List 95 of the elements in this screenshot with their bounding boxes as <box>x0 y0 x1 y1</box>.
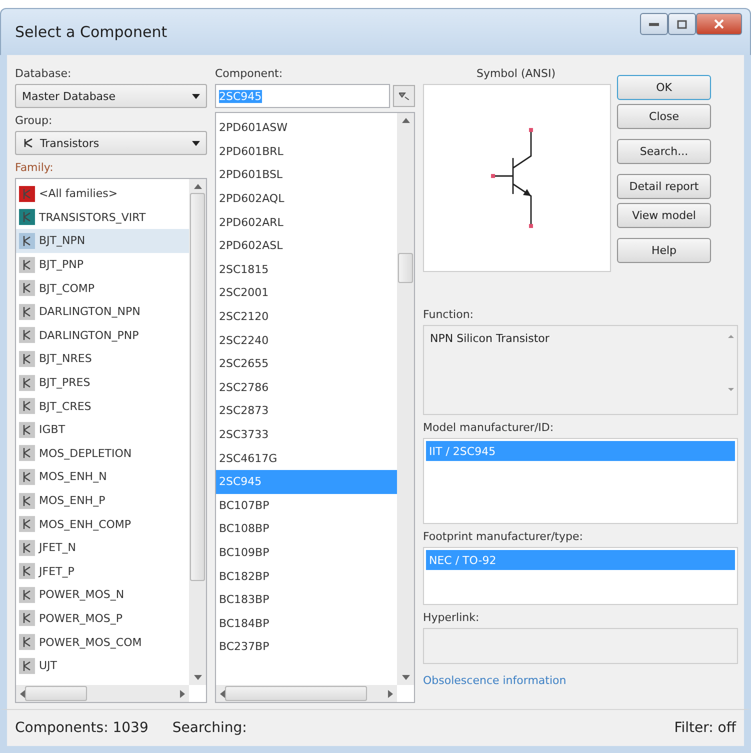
family-item[interactable]: BJT_PRES <box>16 370 189 394</box>
scroll-thumb[interactable] <box>225 686 367 701</box>
component-item[interactable]: 2SC2786 <box>216 376 397 400</box>
scroll-up-arrow-icon[interactable] <box>194 184 202 189</box>
family-list[interactable] <box>15 178 207 703</box>
component-item[interactable]: BC182BP <box>216 564 397 588</box>
family-item[interactable]: BJT_CRES <box>16 394 189 418</box>
component-item[interactable]: 2SC3733 <box>216 422 397 446</box>
minimize-button[interactable] <box>640 13 668 35</box>
component-item[interactable]: 2SC2120 <box>216 304 397 328</box>
filter-icon <box>399 92 409 100</box>
dropdown-arrow-icon <box>192 94 200 98</box>
family-item[interactable]: DARLINGTON_PNP <box>16 324 189 348</box>
dialog-button[interactable]: Search... <box>617 139 711 164</box>
family-item[interactable]: MOS_ENH_N <box>16 465 189 489</box>
component-item[interactable]: BC107BP <box>216 494 397 518</box>
function-text: NPN Silicon Transistor <box>429 331 550 347</box>
dialog-button[interactable]: Help <box>617 238 711 263</box>
component-item[interactable]: BC183BP <box>216 588 397 612</box>
scroll-left-arrow-icon[interactable] <box>20 690 25 698</box>
family-item[interactable]: POWER_MOS_COM <box>16 630 189 654</box>
minimize-icon <box>649 22 659 26</box>
maximize-icon <box>677 20 687 28</box>
family-item[interactable]: MOS_ENH_COMP <box>16 512 189 536</box>
dialog-button[interactable]: OK <box>617 75 711 100</box>
scroll-down-arrow-icon[interactable] <box>194 675 202 680</box>
component-item[interactable]: 2SC1815 <box>216 258 397 282</box>
obsolescence-link[interactable]: Obsolescence information <box>423 674 566 687</box>
scroll-right-arrow-icon[interactable] <box>388 690 393 698</box>
dropdown-arrow-icon <box>192 140 200 146</box>
family-item[interactable]: TRANSISTORS_VIRT <box>16 206 189 230</box>
family-item[interactable]: JFET_N <box>16 536 189 560</box>
group-dropdown[interactable]: Transistors <box>15 131 207 155</box>
component-item[interactable]: 2PD601BRL <box>216 140 397 164</box>
scroll-up-arrow-icon[interactable] <box>402 118 410 123</box>
close-button[interactable] <box>696 13 742 35</box>
family-item[interactable]: POWER_MOS_N <box>16 583 189 607</box>
family-item[interactable]: IGBT <box>16 418 189 442</box>
component-item[interactable]: 2SC2240 <box>216 328 397 352</box>
component-list[interactable]: 2PD601ASW 2PD601BRL 2PD601BSL 2PD602AQL 2PD602ARL 2PD602ASL 2SC1815 2SC2001 2SC2120 2SC2240 2SC2655 2SC2786 2SC2873 2SC3733 2SC4617G 2SC945 BC107BP BC108BP BC109BP BC182BP BC183BP BC184BP BC237BP <box>215 112 415 703</box>
component-item[interactable]: 2PD602ARL <box>216 210 397 234</box>
family-item[interactable]: POWER_MOS_P <box>16 606 189 630</box>
scroll-thumb[interactable] <box>25 686 87 701</box>
component-item[interactable]: 2SC2873 <box>216 399 397 423</box>
family-item[interactable]: MOS_ENH_P <box>16 488 189 512</box>
filter-status: Filter: off <box>674 720 736 736</box>
component-item[interactable]: BC184BP <box>216 611 397 636</box>
component-item[interactable]: 2PD601ASW <box>216 116 397 140</box>
scroll-right-arrow-icon[interactable] <box>180 690 185 698</box>
dialog-button[interactable]: Detail report <box>617 174 711 199</box>
database-dropdown[interactable]: Master Database <box>15 84 207 108</box>
model-label: Model manufacturer/ID: <box>423 421 555 434</box>
component-item[interactable]: BC237BP <box>216 635 397 659</box>
database-label: Database: <box>15 67 72 80</box>
family-label: Family: <box>15 161 54 174</box>
component-item[interactable]: 2SC2001 <box>216 281 397 305</box>
window-title: Select a Component <box>15 23 168 41</box>
component-item[interactable]: 2PD602ASL <box>216 234 397 258</box>
family-item[interactable]: BJT_NPN <box>16 229 189 253</box>
vertical-scrollbar[interactable] <box>189 179 206 685</box>
family-item[interactable]: BJT_PNP <box>16 252 189 276</box>
transistor-icon <box>22 137 34 149</box>
scroll-left-arrow-icon[interactable] <box>220 690 225 698</box>
hyperlink-label: Hyperlink: <box>423 611 480 624</box>
family-item[interactable]: DARLINGTON_NPN <box>16 300 189 324</box>
family-item[interactable]: BJT_COMP <box>16 276 189 300</box>
family-item[interactable]: UJT <box>16 654 189 678</box>
footprint-label: Footprint manufacturer/type: <box>423 530 584 543</box>
dialog-button[interactable]: Close <box>617 104 711 129</box>
family-item[interactable]: BJT_NRES <box>16 347 189 371</box>
scroll-down-arrow-icon[interactable] <box>402 675 410 680</box>
component-label: Component: <box>215 67 284 80</box>
close-icon <box>714 19 724 29</box>
group-label: Group: <box>15 114 54 127</box>
scroll-thumb[interactable] <box>190 193 205 581</box>
horizontal-scrollbar[interactable] <box>216 685 397 702</box>
symbol-label: Symbol (ANSI) <box>475 67 557 80</box>
components-count: Components: 1039 <box>15 720 148 736</box>
scroll-thumb[interactable] <box>398 253 413 283</box>
component-item[interactable]: 2PD602AQL <box>216 186 397 210</box>
component-item[interactable]: BC109BP <box>216 540 397 564</box>
filter-button[interactable] <box>393 85 415 107</box>
component-item[interactable]: 2PD601BSL <box>216 163 397 187</box>
function-label: Function: <box>423 308 474 321</box>
vertical-scrollbar[interactable] <box>397 113 414 685</box>
component-item[interactable]: 2SC2655 <box>216 352 397 376</box>
maximize-button[interactable] <box>668 13 696 35</box>
component-item[interactable]: BC108BP <box>216 517 397 541</box>
horizontal-scrollbar[interactable] <box>16 685 189 702</box>
family-item[interactable]: <All families> <box>16 182 189 206</box>
dialog-button[interactable]: View model <box>617 203 711 228</box>
component-item[interactable]: 2SC4617G <box>216 446 397 470</box>
searching-status: Searching: <box>172 720 247 736</box>
family-item[interactable]: JFET_P <box>16 560 189 584</box>
family-item[interactable]: MOS_DEPLETION <box>16 442 189 466</box>
